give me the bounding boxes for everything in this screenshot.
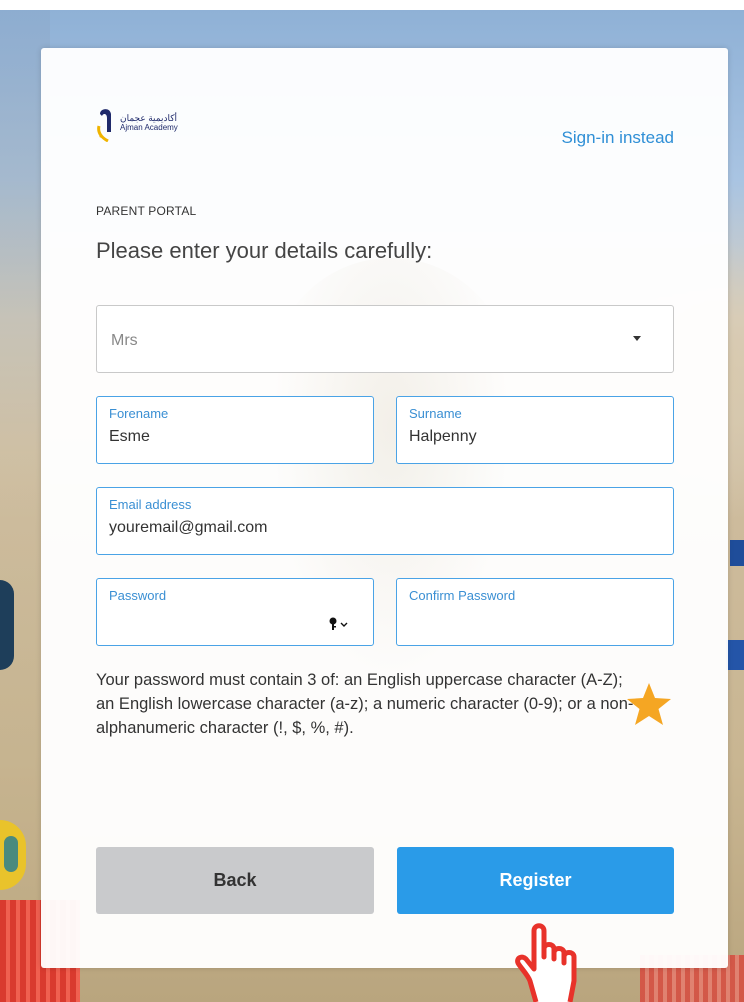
forename-field[interactable]: Forename Esme	[96, 396, 374, 464]
background-decoration	[726, 640, 744, 670]
star-icon	[627, 683, 671, 725]
portal-label: PARENT PORTAL	[96, 204, 197, 218]
confirm-password-label: Confirm Password	[409, 588, 516, 603]
background-decoration	[0, 580, 14, 670]
confirm-password-field[interactable]: Confirm Password	[396, 578, 674, 646]
title-select-value: Mrs	[111, 332, 138, 349]
back-button[interactable]: Back	[96, 847, 374, 914]
background-decoration	[730, 540, 744, 566]
forename-label: Forename	[109, 406, 169, 421]
surname-value[interactable]: Halpenny	[409, 428, 477, 446]
dropdown-caret-icon	[633, 336, 641, 341]
email-field[interactable]: Email address youremail@gmail.com	[96, 487, 674, 555]
surname-label: Surname	[409, 406, 462, 421]
email-value[interactable]: youremail@gmail.com	[109, 519, 268, 537]
password-key-icon[interactable]	[327, 617, 351, 631]
registration-card: أكاديمية عجمان Ajman Academy Sign-in ins…	[41, 48, 728, 968]
ajman-academy-logo: أكاديمية عجمان Ajman Academy	[96, 106, 178, 142]
forename-value[interactable]: Esme	[109, 428, 150, 446]
password-label: Password	[109, 588, 167, 603]
surname-field[interactable]: Surname Halpenny	[396, 396, 674, 464]
password-field[interactable]: Password	[96, 578, 374, 646]
sign-in-instead-link[interactable]: Sign-in instead	[562, 128, 674, 148]
password-requirements-text: Your password must contain 3 of: an Engl…	[96, 671, 634, 737]
logo-mark-icon	[97, 109, 111, 142]
logo-text-english: Ajman Academy	[120, 123, 178, 132]
logo-text: أكاديمية عجمان Ajman Academy	[120, 113, 178, 133]
register-button[interactable]: Register	[397, 847, 674, 914]
email-label: Email address	[109, 497, 192, 512]
logo-text-arabic: أكاديمية عجمان	[120, 113, 178, 123]
pointing-hand-icon	[515, 923, 577, 1002]
page-heading: Please enter your details carefully:	[96, 238, 433, 263]
title-select[interactable]: Mrs	[96, 305, 674, 373]
